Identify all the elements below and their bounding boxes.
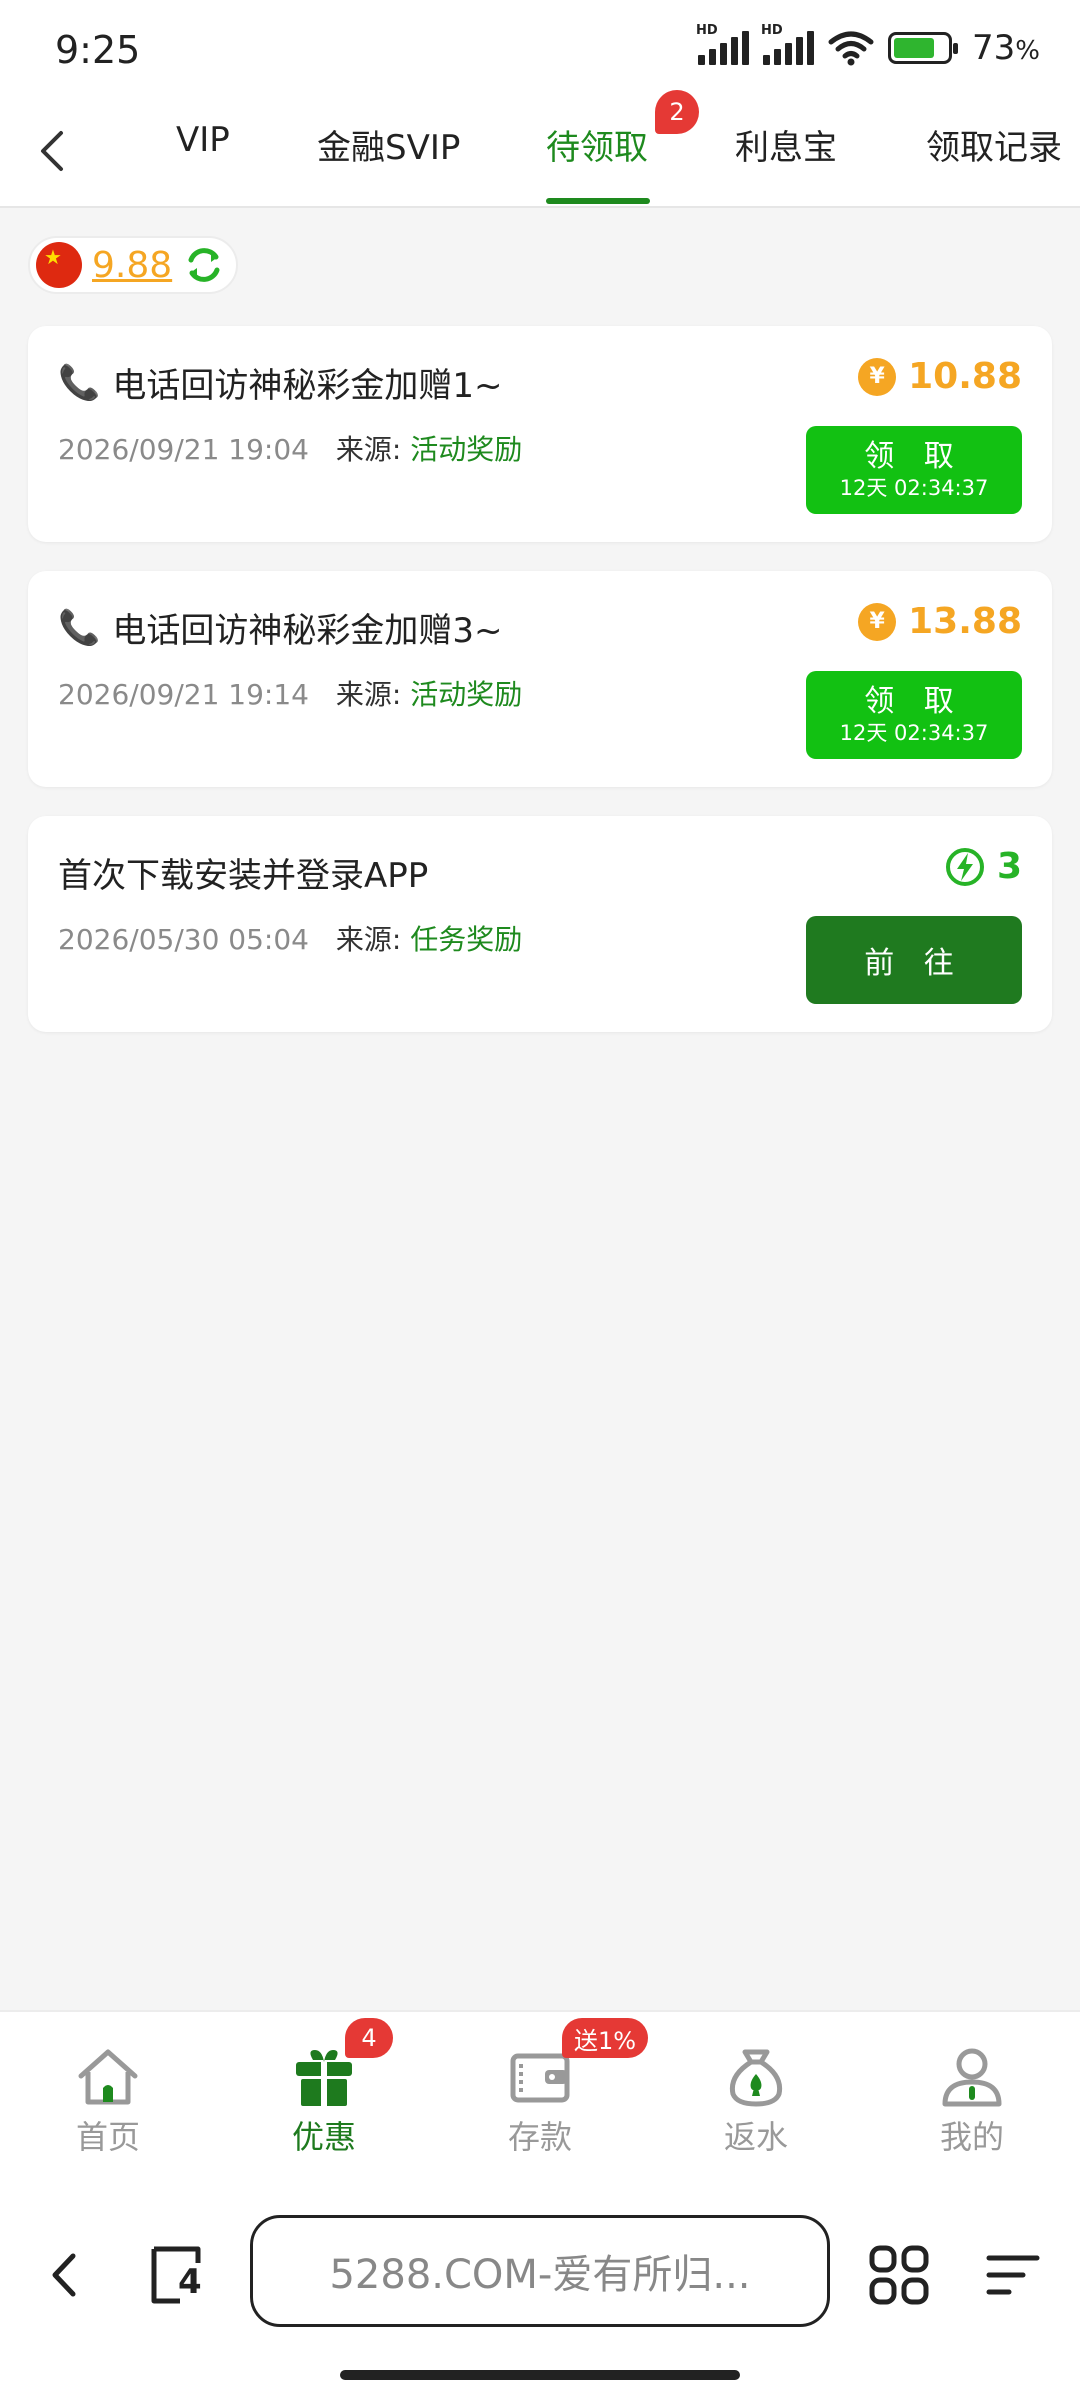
url-text: 5288.COM-爱有所归...	[329, 2252, 751, 2298]
source-label: 来源:	[335, 433, 402, 466]
home-indicator	[340, 2370, 740, 2380]
reward-card: 📞 电话回访神秘彩金加赠3~ 2026/09/21 19:14 来源: 活动奖励…	[28, 571, 1052, 787]
source-label: 来源:	[335, 923, 402, 956]
home-icon	[78, 2049, 138, 2105]
nav-item-home[interactable]: 首页	[38, 2042, 178, 2158]
claim-countdown: 12天 02:34:37	[839, 721, 989, 745]
tab-interest-treasure[interactable]: 利息宝	[735, 120, 837, 180]
nav-label: 优惠	[291, 2118, 356, 2156]
source-label: 来源:	[335, 678, 402, 711]
status-bar: 9:25 HD HD 73%	[0, 0, 1080, 100]
nav-label: 返水	[723, 2118, 788, 2156]
reward-card: 📞 电话回访神秘彩金加赠1~ 2026/09/21 19:04 来源: 活动奖励…	[28, 326, 1052, 542]
money-bag-icon	[729, 2049, 783, 2107]
nav-item-rebate[interactable]: 返水	[686, 2042, 826, 2158]
phone-icon: 📞	[58, 607, 101, 648]
source-value: 活动奖励	[410, 678, 523, 711]
back-arrow-icon	[52, 2253, 76, 2297]
claim-countdown: 12天 02:34:37	[839, 476, 989, 500]
nav-label: 存款	[507, 2118, 572, 2156]
go-button[interactable]: 前 往	[806, 916, 1022, 1004]
url-bar[interactable]: 5288.COM-爱有所归...	[250, 2215, 830, 2327]
user-icon	[942, 2048, 1002, 2107]
nav-item-deposit[interactable]: 存款	[470, 2042, 610, 2158]
nav-item-promotions[interactable]: 优惠	[254, 2042, 394, 2158]
card-datetime: 2026/09/21 19:14	[58, 678, 309, 711]
card-datetime: 2026/09/21 19:04	[58, 433, 309, 466]
card-amount: 10.88	[908, 356, 1022, 397]
tab-finance-svip[interactable]: 金融SVIP	[317, 120, 460, 180]
top-tab-bar: VIP 金融SVIP 待领取 2 利息宝 领取记录	[0, 90, 1080, 208]
claim-button-label: 领 取	[864, 684, 964, 719]
menu-icon	[986, 2255, 1040, 2295]
status-time: 9:25	[55, 28, 141, 72]
lightning-icon	[945, 847, 984, 886]
claim-button[interactable]: 领 取 12天 02:34:37	[806, 671, 1022, 759]
tab-badge: 2	[655, 90, 699, 134]
card-title: 首次下载安装并登录APP	[58, 856, 429, 896]
claim-button-label: 领 取	[864, 439, 964, 474]
refresh-icon[interactable]	[182, 243, 226, 287]
apps-grid-button[interactable]	[864, 2240, 934, 2310]
browser-menu-button[interactable]	[978, 2240, 1048, 2310]
balance-pill: ★ 9.88	[28, 236, 238, 294]
phone-icon: 📞	[58, 362, 101, 403]
yuan-coin-icon: ¥	[858, 357, 897, 396]
bottom-nav: 首页 优惠 4 存款 送1% 返水 我的	[0, 2010, 1080, 2190]
nav-badge: 4	[345, 2018, 393, 2058]
card-title: 电话回访神秘彩金加赠3~	[112, 611, 503, 651]
card-amount: 13.88	[908, 601, 1022, 642]
apps-grid-icon	[869, 2245, 929, 2305]
tab-claim-records[interactable]: 领取记录	[926, 120, 1062, 180]
battery-percent: 73%	[972, 28, 1040, 68]
china-flag-icon: ★	[36, 242, 82, 288]
card-title: 电话回访神秘彩金加赠1~	[112, 366, 503, 406]
tab-count: 4	[178, 2262, 202, 2302]
source-value: 活动奖励	[410, 433, 523, 466]
hd-signal-icon: HD	[696, 23, 750, 65]
status-icons: HD HD 73%	[696, 23, 1040, 68]
wifi-icon	[828, 31, 874, 66]
balance-amount: 9.88	[92, 244, 173, 286]
hd-signal-icon: HD	[761, 23, 815, 65]
source-value: 任务奖励	[410, 923, 523, 956]
tab-active-indicator	[546, 198, 650, 204]
yuan-coin-icon: ¥	[858, 602, 897, 641]
claim-button[interactable]: 领 取 12天 02:34:37	[806, 426, 1022, 514]
chevron-left-icon	[41, 131, 63, 171]
nav-item-profile[interactable]: 我的	[902, 2042, 1042, 2158]
card-datetime: 2026/05/30 05:04	[58, 923, 309, 956]
task-card: 首次下载安装并登录APP 2026/05/30 05:04 来源: 任务奖励 3…	[28, 816, 1052, 1032]
browser-toolbar: 4 5288.COM-爱有所归...	[0, 2190, 1080, 2400]
nav-badge: 送1%	[562, 2018, 649, 2058]
nav-label: 首页	[75, 2118, 140, 2156]
nav-label: 我的	[939, 2118, 1004, 2156]
tab-pending-claim[interactable]: 待领取	[546, 120, 648, 180]
browser-tabs-button[interactable]: 4	[140, 2240, 220, 2310]
back-button[interactable]	[22, 118, 82, 184]
card-amount: 3	[996, 846, 1022, 887]
battery-charging-icon	[888, 32, 959, 64]
tab-vip[interactable]: VIP	[176, 120, 230, 180]
browser-back-button[interactable]	[30, 2240, 100, 2310]
